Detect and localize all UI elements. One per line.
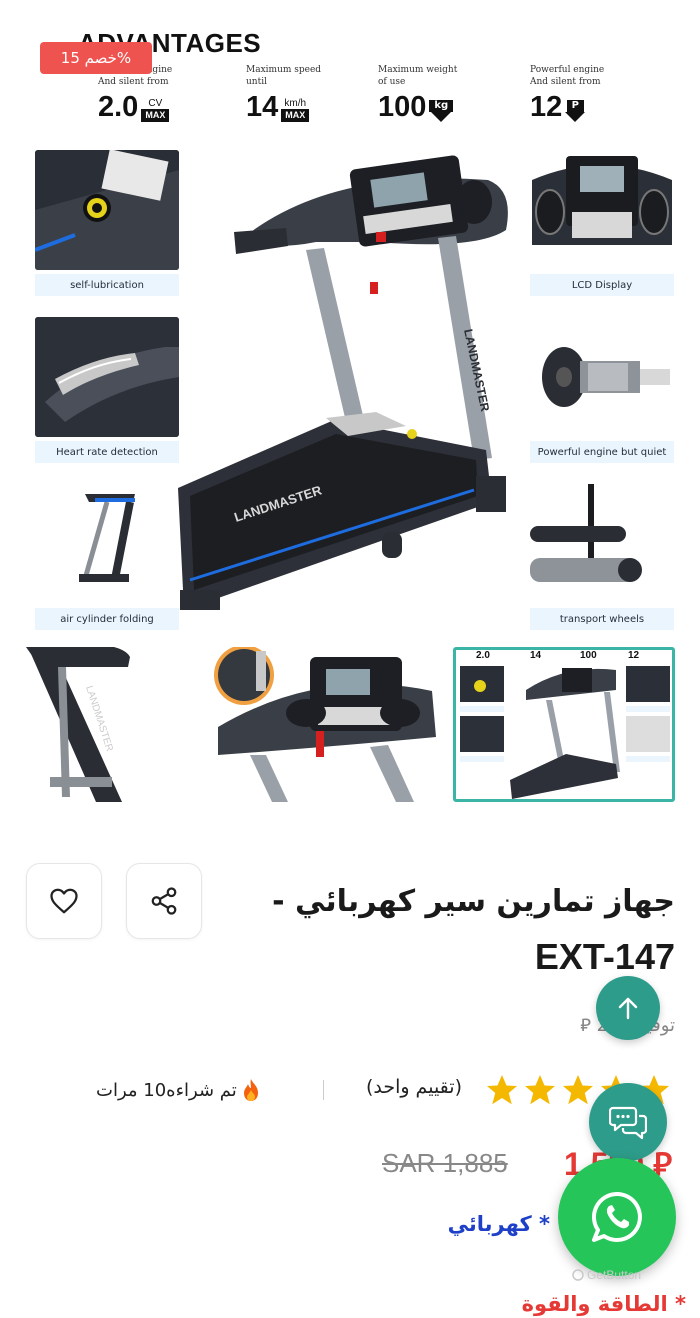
feature-bullet-electric: * كهربائي	[447, 1212, 550, 1236]
spec-caption: Powerful engine	[530, 65, 605, 75]
spec-value: 2.0	[98, 91, 139, 123]
feature-caption: Powerful engine but quiet	[530, 441, 674, 463]
spec-tag: MAX	[281, 109, 310, 122]
thumbnail-3-active[interactable]: 2.0 14 100 12	[453, 647, 675, 802]
feature-caption: Heart rate detection	[35, 441, 179, 463]
spec-value: 100	[378, 91, 427, 123]
thumbnail-spec-power: 2.0	[476, 650, 490, 661]
chat-bubbles-icon	[609, 1106, 647, 1140]
arrow-up-icon	[618, 997, 638, 1020]
programs-arrow-icon: P	[565, 100, 586, 122]
thumbnail-spec-speed: 14	[530, 650, 542, 661]
spec-programs: Powerful engine And silent from 12 P	[530, 64, 670, 122]
feature-lcd-display: LCD Display	[530, 150, 674, 296]
product-main-image[interactable]: ADVANTAGES Powerful engine And silent fr…	[0, 0, 700, 640]
wheels-image	[530, 484, 674, 604]
thumbnail-spec-programs: 12	[628, 650, 640, 661]
star-icon	[563, 1075, 593, 1105]
spec-unit: km/h	[284, 98, 307, 109]
folding-image	[35, 484, 179, 604]
getbutton-logo-icon	[572, 1269, 584, 1281]
feature-caption: LCD Display	[530, 274, 674, 296]
spec-caption: of use	[378, 77, 406, 87]
spec-weight: Maximum weight of use 100 kg	[378, 64, 518, 122]
self-lubrication-image	[35, 150, 179, 270]
treadmill-image: LANDMASTER LANDMASTER	[178, 155, 508, 610]
spec-caption: Maximum weight	[378, 65, 458, 75]
thumbnail-strip: LANDMASTER 2.0 14 100 12	[0, 647, 700, 805]
thumbnail-spec-weight: 100	[580, 650, 597, 661]
spec-speed: Maximum speed until 14 km/h MAX	[246, 64, 386, 122]
spec-tag: MAX	[141, 109, 170, 122]
product-title: جهاز تمارين سير كهربائي -	[272, 884, 675, 919]
whatsapp-icon	[592, 1191, 642, 1242]
rating-count-text[interactable]: (تقييم واحد)	[366, 1076, 462, 1098]
scroll-to-top-button[interactable]	[596, 976, 660, 1040]
share-button[interactable]	[126, 863, 202, 939]
feature-caption: transport wheels	[530, 608, 674, 630]
product-model: EXT-147	[534, 936, 675, 977]
thumbnail-2[interactable]	[210, 647, 442, 802]
old-price: SAR 1,885	[382, 1148, 508, 1178]
lcd-display-image	[530, 150, 674, 270]
heart-icon	[50, 888, 78, 914]
spec-caption: And silent from	[530, 77, 601, 87]
feature-caption: self-lubrication	[35, 274, 179, 296]
feature-wheels: transport wheels	[530, 484, 674, 630]
feature-engine: Powerful engine but quiet	[530, 317, 674, 463]
spec-caption: Maximum speed	[246, 65, 322, 75]
getbutton-label: GetButton	[587, 1268, 642, 1282]
star-icon	[525, 1075, 555, 1105]
getbutton-credit[interactable]: GetButton	[572, 1268, 641, 1282]
sold-count: تم شراءه10 مرات	[96, 1078, 261, 1102]
whatsapp-button[interactable]	[558, 1158, 676, 1276]
sold-count-text: تم شراءه10 مرات	[96, 1079, 237, 1101]
feature-heart-rate: Heart rate detection	[35, 317, 179, 463]
feature-folding: air cylinder folding	[35, 484, 179, 630]
spec-tag: P	[566, 100, 584, 112]
engine-image	[530, 317, 674, 437]
spec-value: 14	[246, 91, 279, 123]
feature-self-lubrication: self-lubrication	[35, 150, 179, 296]
fire-icon	[243, 1079, 258, 1101]
spec-tag: kg	[429, 100, 454, 112]
feature-bullet-power: * الطاقة والقوة	[521, 1292, 686, 1316]
divider	[323, 1080, 324, 1100]
chat-button[interactable]	[589, 1083, 667, 1161]
thumbnail-1[interactable]: LANDMASTER	[0, 647, 162, 802]
heart-rate-image	[35, 317, 179, 437]
share-icon	[151, 887, 177, 915]
weight-arrow-icon: kg	[429, 100, 454, 122]
discount-badge: خصم 15%	[40, 42, 152, 74]
star-icon	[487, 1075, 517, 1105]
spec-caption: until	[246, 77, 267, 87]
spec-unit: CV	[148, 98, 163, 109]
wishlist-button[interactable]	[26, 863, 102, 939]
spec-value: 12	[530, 91, 563, 123]
spec-caption: And silent from	[98, 77, 169, 87]
feature-caption: air cylinder folding	[35, 608, 179, 630]
